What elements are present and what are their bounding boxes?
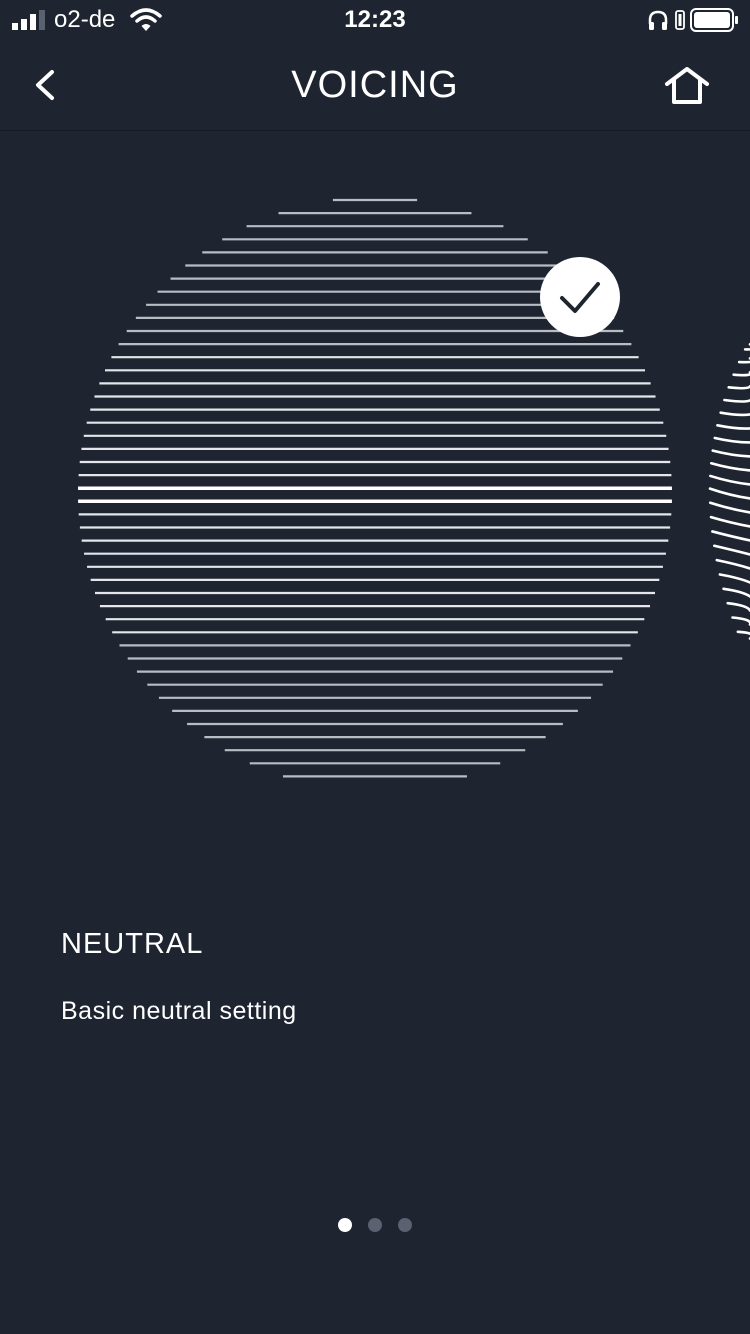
headphones-icon [648,10,668,30]
next-disc-stripe [726,601,750,612]
selected-check-button[interactable] [540,257,620,337]
next-disc-stripe [715,558,750,570]
next-disc-stripe [709,515,750,528]
next-disc-stripe [737,357,750,364]
next-disc-stripe [713,544,750,556]
next-disc-stripe [723,398,750,403]
next-disc-stripe [719,411,750,417]
next-disc-stripe [731,616,750,626]
navigation-bar: VOICING [0,40,750,131]
battery-icon [690,8,738,32]
next-disc-stripe [736,630,750,640]
status-time: 12:23 [344,6,406,33]
voicing-name: NEUTRAL [61,928,204,960]
next-disc-stripe [709,461,750,472]
status-bar: o2-de 12:23 [0,0,750,40]
page-dot-2[interactable] [368,1218,382,1232]
next-disc-stripe [716,424,750,430]
next-disc-stripe [708,487,750,500]
next-disc-stripe [711,449,750,458]
next-disc-stripe [708,501,750,514]
home-button[interactable] [660,62,714,108]
voicing-disc-next[interactable] [700,340,750,660]
page-title: VOICING [291,64,459,106]
next-disc-stripe [743,343,750,351]
orientation-lock-icon [675,10,685,30]
next-disc-stripe [718,573,750,584]
next-disc-stripe [711,530,750,542]
next-disc-stripe [722,587,750,598]
next-disc-stripe [709,474,750,486]
next-disc-stripe [727,385,750,390]
page-dot-3[interactable] [398,1218,412,1232]
voicing-description: Basic neutral setting [61,997,297,1025]
page-dot-1[interactable] [338,1218,352,1232]
next-disc-stripe [713,436,750,444]
next-disc-stripe [732,371,750,377]
home-icon [665,67,709,104]
page-indicator [0,1218,750,1236]
